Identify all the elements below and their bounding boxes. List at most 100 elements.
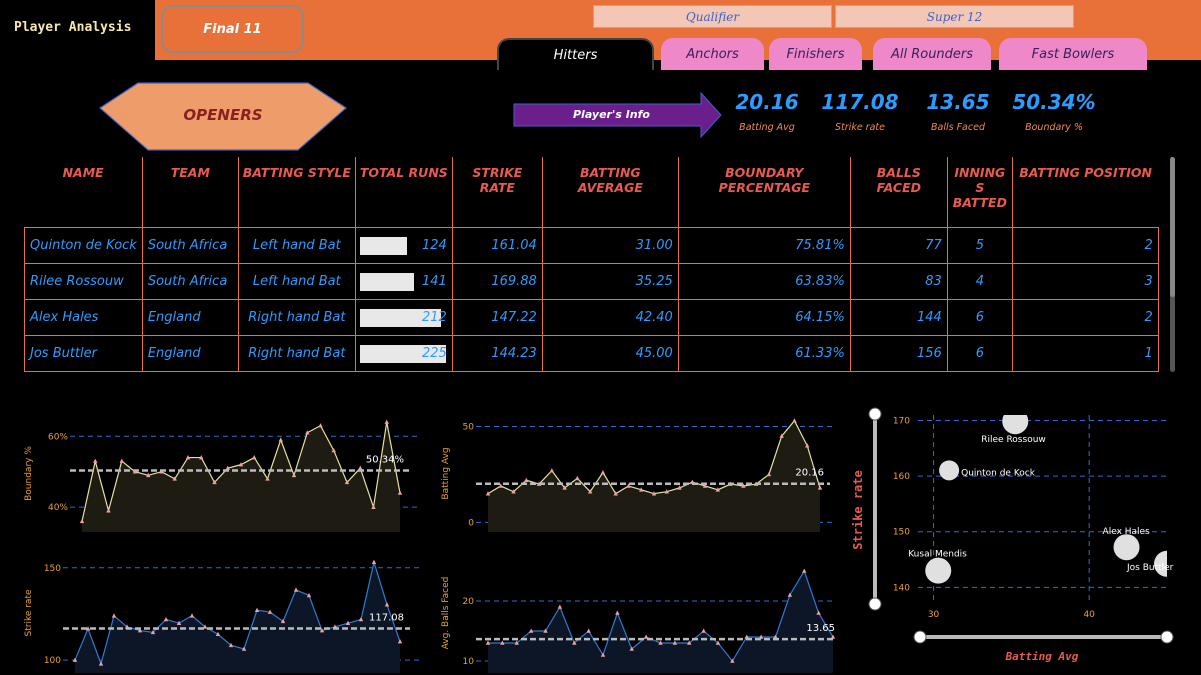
chart-tick-label: 40% — [48, 503, 68, 513]
tab-hitters[interactable]: Hitters — [497, 38, 654, 70]
scatter-y-axis-title: Strike rate — [851, 470, 865, 549]
cell-total-runs: 225 — [354, 334, 453, 372]
chart-average-label: 50.34% — [366, 455, 404, 466]
cell-name: Rilee Rossouw — [24, 262, 143, 300]
chart-point — [557, 604, 563, 609]
chart-point — [318, 423, 323, 428]
final-11-button[interactable]: Final 11 — [161, 5, 304, 53]
col-header-batting-position[interactable]: BATTING POSITION — [1011, 157, 1159, 227]
cell-strike-rate: 169.88 — [451, 262, 543, 300]
cell-batting-style: Left hand Bat — [237, 226, 356, 264]
boundary-pct-chart: Boundary % 60% 40% 50.34% — [24, 419, 420, 532]
cell-total-runs: 141 — [354, 262, 453, 300]
chart-point — [93, 458, 98, 463]
cell-batting-position: 2 — [1011, 226, 1159, 264]
table-row[interactable]: Quinton de Kock South Africa Left hand Bat… — [24, 226, 1159, 264]
col-header-total-runs[interactable]: TOTAL RUNS — [354, 157, 453, 227]
tab-fast-bowlers[interactable]: Fast Bowlers — [999, 38, 1147, 70]
scatter-x-axis-title: Batting Avg — [1005, 650, 1079, 663]
cell-batting-style: Left hand Bat — [237, 262, 356, 300]
cell-team: England — [141, 334, 239, 372]
scatter-point-label: Alex Hales — [1103, 527, 1151, 537]
cell-total-runs: 124 — [354, 226, 453, 264]
scatter-x-tick: 30 — [928, 610, 940, 620]
scatter-point-label: Quinton de Kock — [961, 468, 1036, 478]
batting-avg-chart: Batting Avg 50 0 20.16 — [441, 418, 835, 532]
chart-tick-label: 100 — [44, 656, 61, 666]
cell-batting-position: 2 — [1011, 298, 1159, 336]
section-label: OPENERS — [183, 106, 263, 124]
cell-batting-average: 35.25 — [541, 262, 679, 300]
tab-all-rounders[interactable]: All Rounders — [873, 38, 991, 70]
kpi-balls-faced-value: 13.65 — [926, 90, 990, 114]
chart-point — [189, 613, 195, 618]
chart-point — [384, 419, 389, 424]
col-header-balls-faced[interactable]: BALLS FACED — [849, 157, 948, 227]
chart-y-axis-title: Boundary % — [24, 446, 34, 501]
table-row[interactable]: Jos Buttler England Right hand Bat 225 144.2… — [24, 334, 1159, 372]
cell-balls-faced: 156 — [849, 334, 948, 372]
scatter-point — [1002, 415, 1029, 435]
cell-innings-batted: 5 — [946, 226, 1013, 264]
cell-total-runs: 212 — [354, 298, 453, 336]
kpi-boundary-value: 50.34% — [1012, 90, 1096, 114]
chart-y-axis-title: Strike rate — [24, 589, 34, 636]
scatter-x-tick: 40 — [1083, 610, 1095, 620]
slicer-qualifier[interactable]: Qualifier — [593, 5, 832, 28]
scatter-y-tick: 140 — [893, 583, 910, 593]
cell-balls-faced: 77 — [849, 226, 948, 264]
players-info-label[interactable]: Player's Info — [514, 108, 709, 121]
scatter-point-label: Kusal Mendis — [908, 550, 967, 560]
cell-strike-rate: 147.22 — [451, 298, 543, 336]
cell-batting-position: 3 — [1011, 262, 1159, 300]
chart-point — [802, 568, 807, 573]
page-title: Player Analysis — [14, 20, 132, 35]
cell-batting-average: 45.00 — [541, 334, 679, 372]
strike-rate-vs-avg-scatter: 170 160 150 140 30 40 Batting Avg Strike rate Ri… — [851, 407, 1174, 663]
kpi-batting-avg-value: 20.16 — [735, 90, 799, 114]
scatter-point-label: Rilee Rossouw — [981, 435, 1046, 445]
chart-point — [586, 628, 591, 633]
chart-point — [792, 418, 797, 423]
table-scrollbar-thumb[interactable] — [1170, 157, 1175, 297]
cell-team: England — [141, 298, 239, 336]
cell-innings-batted: 4 — [946, 262, 1013, 300]
x-range-slider-handle-left — [913, 630, 927, 644]
cell-boundary-percentage: 61.33% — [677, 334, 851, 372]
chart-point — [371, 559, 377, 565]
scatter-y-tick: 150 — [893, 528, 910, 538]
tab-anchors[interactable]: Anchors — [661, 38, 764, 70]
kpi-batting-avg-label: Batting Avg — [739, 122, 795, 133]
col-header-boundary-percentage[interactable]: BOUNDARY PERCENTAGE — [677, 157, 851, 227]
col-header-team[interactable]: TEAM — [141, 157, 239, 227]
scatter-point — [925, 557, 952, 584]
strike-rate-chart: Strike rate 150 100 117.08 — [24, 559, 420, 673]
col-header-batting-average[interactable]: BATTING AVERAGE — [541, 157, 679, 227]
col-header-strike-rate[interactable]: STRIKE RATE — [451, 157, 543, 227]
col-header-batting-style[interactable]: BATTING STYLE — [237, 157, 356, 227]
x-range-slider-handle-right — [1160, 630, 1174, 644]
col-header-name[interactable]: NAME — [25, 157, 143, 227]
cell-name: Quinton de Kock — [24, 226, 143, 264]
chart-tick-label: 10 — [463, 657, 475, 667]
chart-point — [119, 458, 124, 463]
col-header-innings-batted[interactable]: INNING S BATTED — [946, 157, 1013, 227]
cell-team: South Africa — [141, 262, 239, 300]
kpi-balls-faced-label: Balls Faced — [931, 122, 985, 133]
chart-tick-label: 60% — [48, 432, 68, 442]
cell-batting-average: 31.00 — [541, 226, 679, 264]
slicer-super-12[interactable]: Super 12 — [835, 5, 1074, 28]
runs-value: 212 — [422, 309, 447, 325]
table-row[interactable]: Rilee Rossouw South Africa Left hand Bat 14… — [24, 262, 1159, 300]
table-row[interactable]: Alex Hales England Right hand Bat 212 147.22… — [24, 298, 1159, 336]
tab-finishers[interactable]: Finishers — [769, 38, 862, 70]
kpi-boundary-label: Boundary % — [1025, 122, 1083, 133]
balls-faced-chart: Avg. Balls Faced 20 10 13.65 — [441, 568, 835, 673]
cell-batting-style: Right hand Bat — [237, 298, 356, 336]
scatter-y-tick: 170 — [893, 417, 910, 427]
table-header-row: NAME TEAM BATTING STYLE TOTAL RUNS STRIK… — [25, 157, 1159, 227]
y-range-slider-handle-bottom — [868, 597, 882, 611]
chart-average-label: 117.08 — [369, 613, 404, 624]
chart-y-axis-title: Batting Avg — [441, 447, 451, 499]
runs-value: 225 — [422, 345, 447, 361]
